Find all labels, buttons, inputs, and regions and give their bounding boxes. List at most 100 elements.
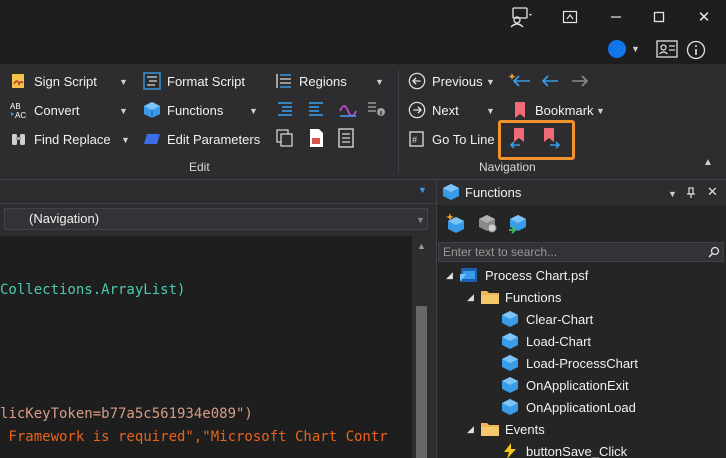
expand-triangle-icon[interactable]: ◢ xyxy=(446,270,453,281)
insert-function-icon[interactable] xyxy=(507,212,529,234)
code-line: Collections.ArrayList) xyxy=(0,282,186,298)
scroll-up-arrow[interactable]: ▲ xyxy=(417,241,426,251)
format-script-icon xyxy=(143,72,161,90)
sign-script-dropdown[interactable]: ▼ xyxy=(119,77,128,87)
contact-card-icon[interactable] xyxy=(656,40,678,58)
close-window-button[interactable]: ✕ xyxy=(684,4,724,30)
restore-down-icon xyxy=(562,10,578,24)
navigation-combo-caret[interactable]: ▼ xyxy=(416,215,425,225)
last-edit-location-icon[interactable] xyxy=(508,71,532,91)
next-button[interactable]: Next xyxy=(408,98,459,122)
sign-script-button[interactable]: Sign Script xyxy=(10,69,97,93)
find-replace-label: Find Replace xyxy=(34,131,111,147)
expand-triangle-icon[interactable]: ◢ xyxy=(467,424,474,435)
function-label: Load-Chart xyxy=(526,333,592,349)
arrow-left-circle-icon xyxy=(408,72,426,90)
account-avatar[interactable] xyxy=(608,40,626,58)
sign-script-icon xyxy=(12,74,24,88)
event-label: buttonSave_Click xyxy=(526,443,628,458)
code-line: Framework is required","Microsoft Chart … xyxy=(0,429,388,445)
indent-icon[interactable] xyxy=(276,100,294,118)
tree-folder-functions[interactable]: Functions xyxy=(480,286,561,308)
tree-event-item[interactable]: buttonSave_Click xyxy=(501,440,627,458)
previous-button[interactable]: Previous xyxy=(408,69,483,93)
sign-script-label: Sign Script xyxy=(34,73,97,89)
navigate-forward-icon[interactable] xyxy=(570,71,590,91)
convert-dropdown[interactable]: ▼ xyxy=(119,106,128,116)
word-wrap-icon[interactable] xyxy=(338,99,358,119)
regions-button[interactable]: Regions xyxy=(275,69,347,93)
svg-text:AC: AC xyxy=(15,111,26,119)
navigate-back-icon[interactable] xyxy=(540,71,560,91)
panel-options-dropdown[interactable]: ▼ xyxy=(668,189,677,199)
account-dropdown-caret[interactable]: ▼ xyxy=(631,44,640,54)
navigation-combo-value: (Navigation) xyxy=(29,211,100,226)
regions-dropdown[interactable]: ▼ xyxy=(375,77,384,87)
folder-label: Functions xyxy=(505,289,562,305)
tree-root-label: Process Chart.psf xyxy=(485,267,589,283)
document-lines-icon[interactable] xyxy=(336,128,356,148)
new-function-icon[interactable] xyxy=(445,212,467,234)
tree-root-file[interactable]: Process Chart.psf xyxy=(459,264,588,286)
expand-triangle-icon[interactable]: ◢ xyxy=(467,292,474,303)
function-cube-icon xyxy=(502,355,518,371)
bookmark-icon xyxy=(515,102,525,118)
tree-function-item[interactable]: OnApplicationLoad xyxy=(501,396,636,418)
edit-function-gear-icon[interactable] xyxy=(476,212,498,234)
next-label: Next xyxy=(432,102,459,118)
svg-text:AB: AB xyxy=(10,102,21,111)
new-file-icon[interactable] xyxy=(307,128,327,148)
scrollbar-thumb[interactable] xyxy=(416,306,427,458)
outdent-icon[interactable] xyxy=(307,100,325,118)
edit-group-label: Edit xyxy=(189,160,210,174)
edit-parameters-button[interactable]: Edit Parameters xyxy=(143,127,260,151)
bookmark-button[interactable]: Bookmark xyxy=(511,98,594,122)
go-to-line-icon: # xyxy=(409,131,424,147)
next-dropdown[interactable]: ▼ xyxy=(486,106,495,116)
pin-icon[interactable] xyxy=(686,187,696,199)
code-line: licKeyToken=b77a5c561934e089") xyxy=(0,406,253,422)
go-to-line-button[interactable]: # Go To Line xyxy=(408,127,495,151)
folder-label: Events xyxy=(505,421,545,437)
previous-dropdown[interactable]: ▼ xyxy=(486,77,495,87)
previous-label: Previous xyxy=(432,73,483,89)
function-label: OnApplicationExit xyxy=(526,377,629,393)
functions-panel-cube-icon xyxy=(443,184,459,200)
functions-dropdown[interactable]: ▼ xyxy=(249,106,258,116)
minimize-button[interactable] xyxy=(596,4,636,30)
properties-info-icon[interactable] xyxy=(366,99,386,119)
bookmark-dropdown[interactable]: ▼ xyxy=(596,106,605,116)
panel-close-icon[interactable]: ✕ xyxy=(707,184,718,200)
maximize-button[interactable] xyxy=(639,4,679,30)
svg-text:#: # xyxy=(412,135,417,145)
code-editor[interactable]: Collections.ArrayList) licKeyToken=b77a5… xyxy=(0,236,412,458)
find-replace-button[interactable]: Find Replace xyxy=(10,127,111,151)
feedback-button[interactable] xyxy=(500,4,540,30)
editor-tab-dropdown[interactable]: ▼ xyxy=(418,185,427,195)
collapse-ribbon-caret[interactable]: ▲ xyxy=(703,157,713,168)
restore-window-button[interactable] xyxy=(550,4,590,30)
info-icon[interactable] xyxy=(686,40,706,60)
editor-tab-strip xyxy=(0,180,436,204)
navigation-combo[interactable]: (Navigation) xyxy=(4,208,428,230)
tree-function-item[interactable]: Load-Chart xyxy=(501,330,591,352)
functions-search-input[interactable]: Enter text to search... xyxy=(438,242,724,262)
convert-button[interactable]: AB AC Convert xyxy=(10,98,80,122)
format-script-button[interactable]: Format Script xyxy=(143,69,245,93)
functions-button[interactable]: Functions xyxy=(143,98,223,122)
find-replace-dropdown[interactable]: ▼ xyxy=(121,135,130,145)
close-icon: ✕ xyxy=(697,9,711,26)
tree-folder-events[interactable]: Events xyxy=(480,418,545,440)
navigation-group-label: Navigation xyxy=(479,160,536,174)
tree-function-item[interactable]: OnApplicationExit xyxy=(501,374,629,396)
tree-function-item[interactable]: Clear-Chart xyxy=(501,308,593,330)
ribbon xyxy=(0,64,726,180)
highlight-annotation-box xyxy=(498,120,575,160)
search-icon[interactable] xyxy=(708,246,720,258)
copy-icon[interactable] xyxy=(276,129,294,147)
edit-parameters-icon xyxy=(144,134,160,144)
function-label: Load-ProcessChart xyxy=(526,355,638,371)
lightning-bolt-icon xyxy=(504,443,516,458)
edit-parameters-label: Edit Parameters xyxy=(167,131,261,147)
tree-function-item[interactable]: Load-ProcessChart xyxy=(501,352,638,374)
